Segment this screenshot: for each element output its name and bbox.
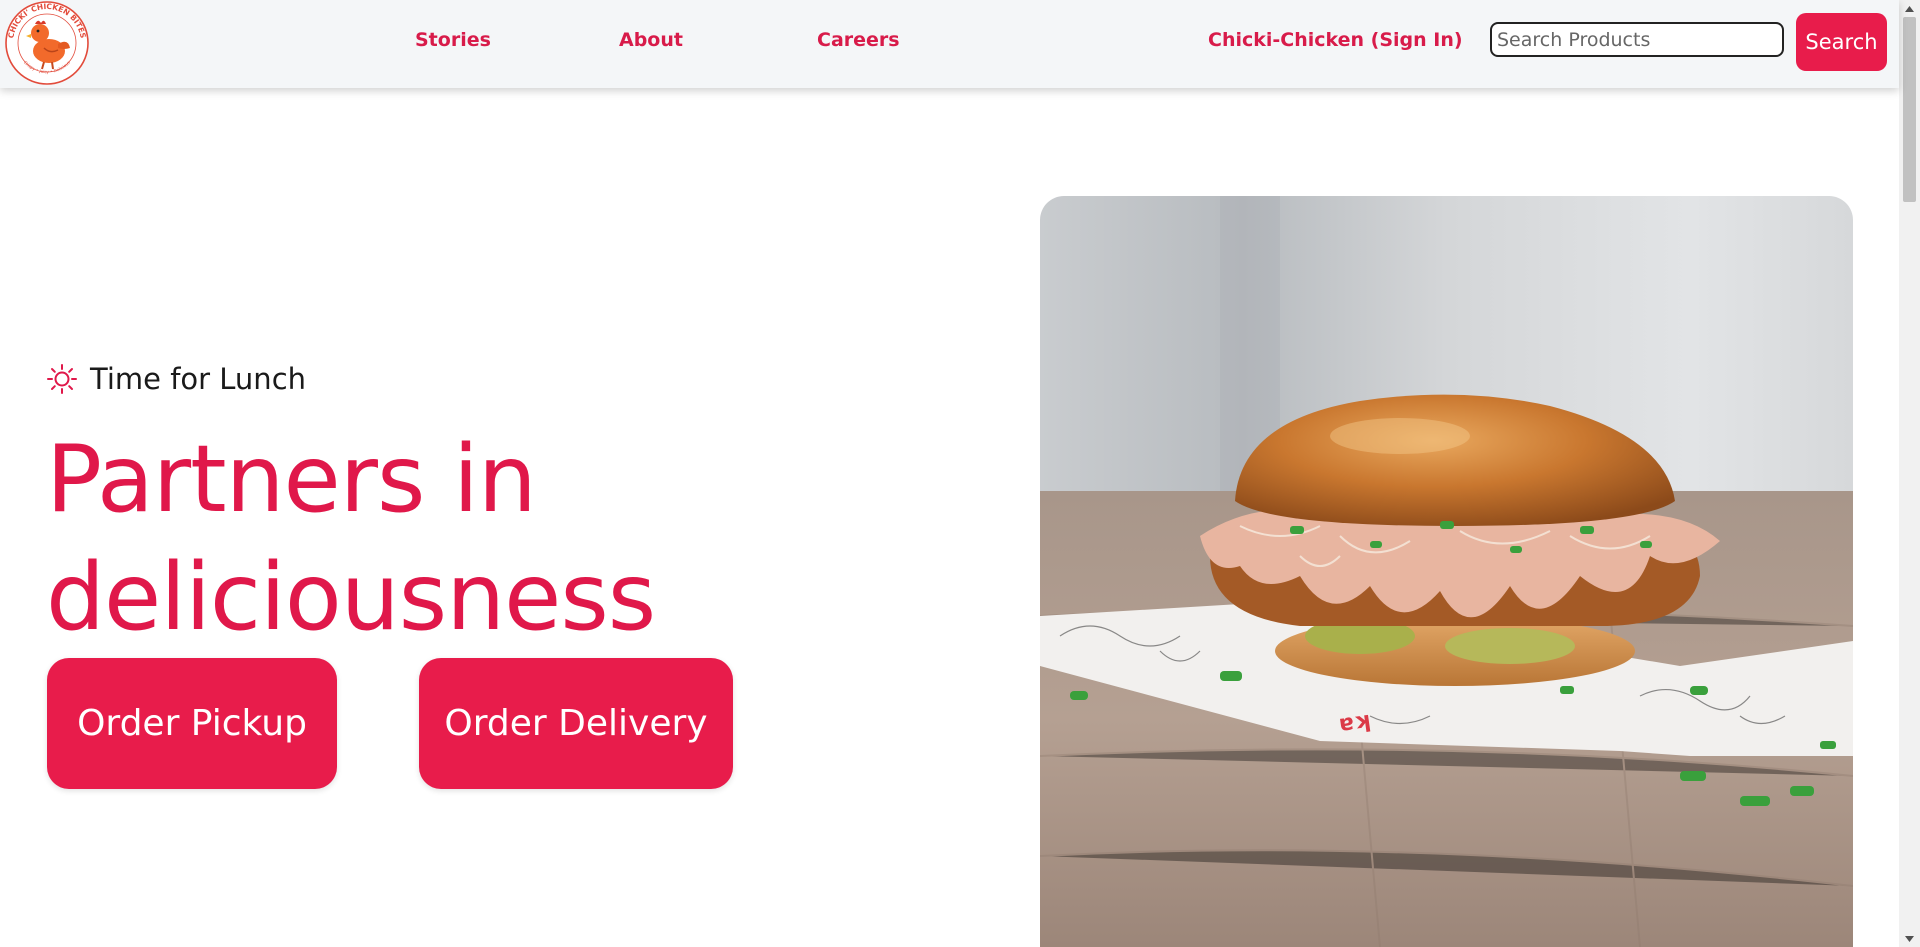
hero-headline-line2: deliciousness: [46, 543, 656, 651]
scroll-up-arrow-icon[interactable]: [1899, 0, 1920, 17]
page-scrollbar[interactable]: [1899, 0, 1920, 947]
nav-link-careers[interactable]: Careers: [817, 29, 900, 51]
site-header: CHICKI' CHICKEN BITES Crispy • Juicy • D…: [0, 0, 1899, 88]
search-input[interactable]: [1490, 22, 1784, 57]
svg-text:ɐʞ: ɐʞ: [1337, 708, 1371, 737]
chicken-sandwich-image: ɐʞ: [1040, 196, 1853, 947]
nav-link-about[interactable]: About: [619, 29, 683, 51]
order-pickup-button[interactable]: Order Pickup: [47, 658, 337, 789]
search-button[interactable]: Search: [1796, 13, 1887, 71]
brand-logo[interactable]: CHICKI' CHICKEN BITES Crispy • Juicy • D…: [0, 0, 94, 86]
order-delivery-button[interactable]: Order Delivery: [419, 658, 733, 789]
scroll-down-arrow-icon[interactable]: [1899, 930, 1920, 947]
scroll-thumb[interactable]: [1903, 17, 1916, 202]
meal-time-label: Time for Lunch: [46, 362, 306, 396]
sun-icon: [47, 364, 77, 394]
nav-link-stories[interactable]: Stories: [415, 29, 491, 51]
meal-time-text: Time for Lunch: [90, 362, 307, 396]
sign-in-link[interactable]: Chicki-Chicken (Sign In): [1208, 29, 1463, 51]
hero-headline-line1: Partners in: [46, 425, 537, 533]
hero-headline: Partners in deliciousness: [46, 420, 846, 656]
